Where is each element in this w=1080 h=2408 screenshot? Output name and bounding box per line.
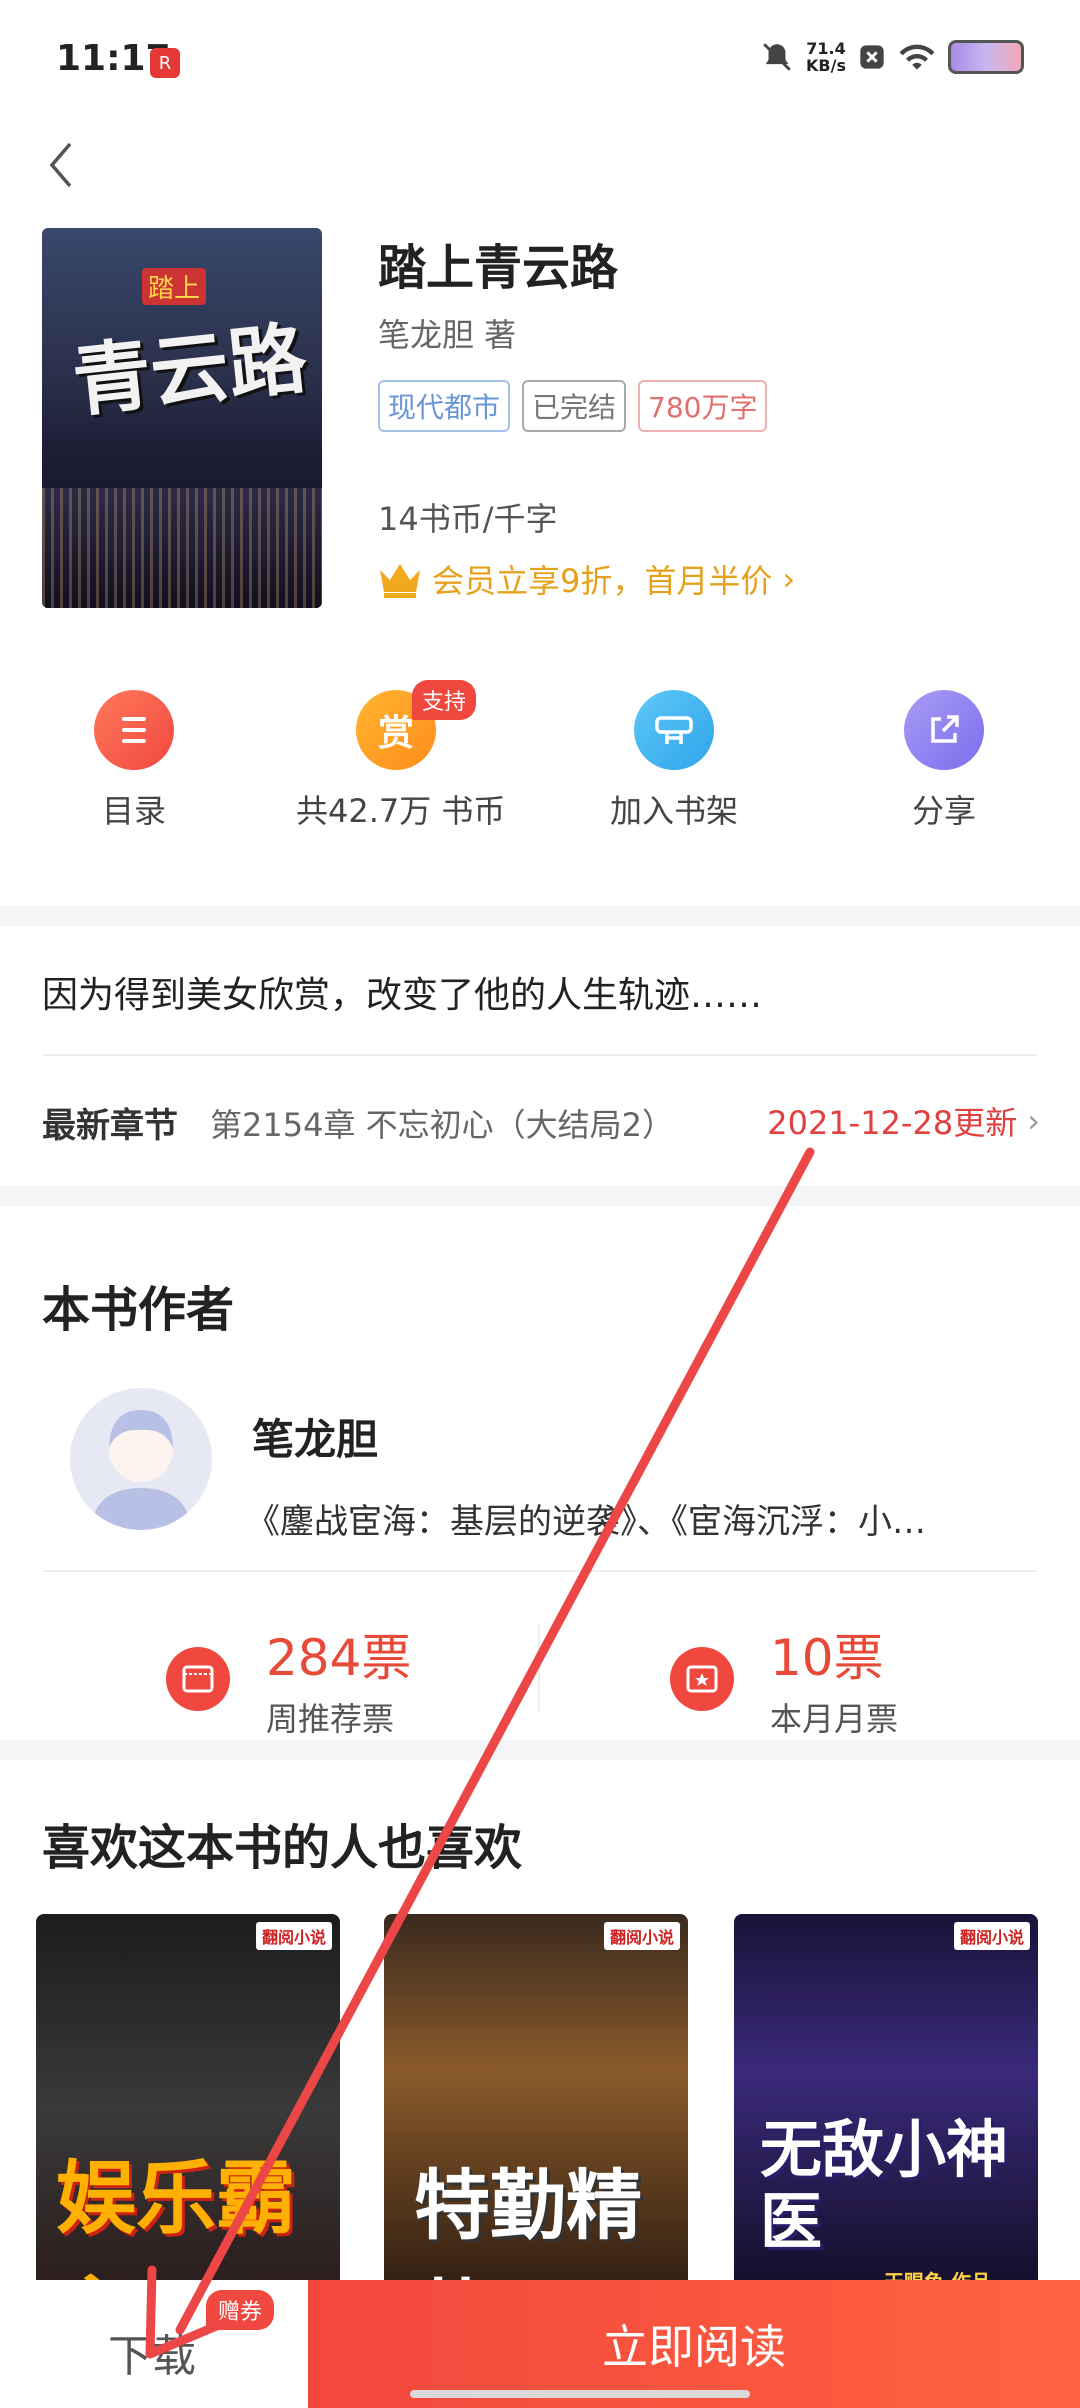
ticket-divider: [538, 1624, 540, 1712]
book-author[interactable]: 笔龙胆 著: [378, 310, 516, 356]
add-shelf-icon: [634, 690, 714, 770]
cover-title: 无敌小神医: [760, 2113, 1009, 2258]
author-name[interactable]: 笔龙胆: [252, 1406, 378, 1467]
cover-subtitle: 踏上: [142, 268, 207, 305]
crown-icon: [380, 564, 420, 598]
divider-line: [42, 1570, 1038, 1572]
vip-promo-text: 会员立享9折，首月半价: [432, 562, 773, 600]
cover-city-image: [42, 488, 322, 608]
latest-chapter-title[interactable]: 第2154章 不忘初心（大结局2）: [210, 1100, 674, 1146]
book-intro[interactable]: 因为得到美女欣赏，改变了他的人生轨迹……: [42, 966, 762, 1018]
update-date: 2021-12-28更新: [767, 1104, 1018, 1142]
tag-wordcount: 780万字: [638, 380, 768, 432]
list-icon: [94, 690, 174, 770]
weekly-ticket-count: 284票: [266, 1629, 412, 1687]
author-works[interactable]: 《鏖战宦海：基层的逆袭》、《宦海沉浮：小…: [246, 1494, 926, 1543]
battery-icon: [948, 40, 1024, 74]
cover-title: 娱乐霸主: [56, 2151, 296, 2304]
reward-label: 共42.7万 书币: [296, 792, 506, 830]
read-now-button[interactable]: 立即阅读: [308, 2280, 1080, 2408]
tag-status: 已完结: [522, 380, 627, 432]
add-shelf-button[interactable]: 加入书架: [574, 690, 774, 832]
recommend-book-2[interactable]: 翻阅小说 特勤精英: [384, 1914, 688, 2304]
mute-bell-icon: [763, 43, 791, 71]
publisher-logo: 翻阅小说: [255, 1922, 332, 1950]
toc-button[interactable]: 目录: [34, 690, 234, 832]
tag-genre[interactable]: 现代都市: [378, 380, 511, 432]
monthly-ticket[interactable]: 10票 本月月票: [670, 1618, 898, 1740]
book-title: 踏上青云路: [378, 240, 619, 296]
latest-chapter-label: 最新章节: [42, 1106, 178, 1146]
app-notification-icon: R: [150, 48, 180, 78]
book-cover[interactable]: 踏上 青云路: [42, 228, 322, 608]
author-section-title: 本书作者: [42, 1282, 235, 1338]
gift-badge: 赠券: [206, 2290, 275, 2330]
publisher-logo: 翻阅小说: [953, 1922, 1030, 1950]
recommend-book-3[interactable]: 翻阅小说 无敌小神医 天赐鱼 作品: [734, 1914, 1038, 2304]
status-bar: 11:17 R 71.4 KB/s: [0, 0, 1080, 130]
cover-title: 青云路: [68, 312, 311, 428]
section-divider: [0, 1186, 1080, 1206]
share-icon: [904, 690, 984, 770]
chevron-right-icon: ›: [782, 560, 796, 598]
toc-label: 目录: [101, 792, 166, 830]
download-label: 下载: [108, 2331, 196, 2382]
weekly-ticket[interactable]: 284票 周推荐票: [166, 1618, 411, 1740]
monthly-ticket-label: 本月月票: [770, 1700, 899, 1738]
author-avatar[interactable]: [70, 1388, 212, 1530]
home-indicator: [410, 2390, 750, 2398]
add-shelf-label: 加入书架: [609, 792, 738, 830]
wifi-icon: [899, 44, 935, 70]
monthly-ticket-count: 10票: [770, 1629, 884, 1687]
section-divider: [0, 1740, 1080, 1760]
section-divider: [0, 906, 1080, 926]
share-label: 分享: [911, 792, 976, 830]
ticket-icon: [166, 1647, 230, 1711]
network-speed: 71.4 KB/s: [806, 39, 846, 75]
back-arrow-icon[interactable]: [38, 140, 88, 190]
bottom-bar: 下载 赠券 立即阅读: [0, 2280, 1080, 2408]
weekly-ticket-label: 周推荐票: [266, 1700, 395, 1738]
download-button[interactable]: 下载 赠券: [0, 2280, 308, 2408]
status-icons: 71.4 KB/s: [760, 40, 1024, 74]
close-box-icon: [860, 45, 884, 69]
book-price: 14书币/千字: [378, 500, 558, 538]
recommend-section-title: 喜欢这本书的人也喜欢: [42, 1820, 523, 1876]
book-tags: 现代都市 已完结 780万字: [378, 380, 768, 432]
latest-chapter-date[interactable]: 2021-12-28更新 ›: [767, 1098, 1040, 1144]
vip-promo[interactable]: 会员立享9折，首月半价 ›: [378, 556, 795, 602]
support-badge: 支持: [412, 680, 477, 720]
share-button[interactable]: 分享: [844, 690, 1044, 832]
recommend-book-1[interactable]: 翻阅小说 娱乐霸主: [36, 1914, 340, 2304]
monthly-ticket-icon: [670, 1647, 734, 1711]
publisher-logo: 翻阅小说: [603, 1922, 680, 1950]
chevron-right-icon: ›: [1027, 1102, 1040, 1140]
divider-line: [42, 1054, 1038, 1056]
